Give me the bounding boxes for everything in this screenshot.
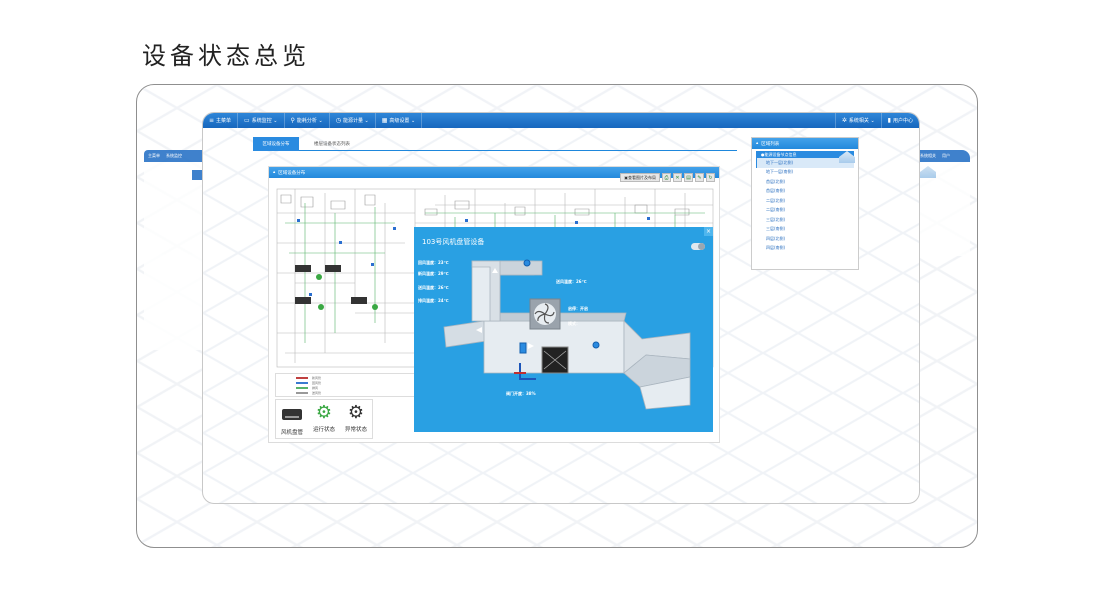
top-navigation: ≡ 主菜单 ▭ 系统监控 ⌄ ⚲ 能耗分析 ⌄ ◷ 能源计量 ⌄ ▦ 高级设置 ⌄ ✲ 系统… [203,113,919,128]
legend-entry: 排风 [312,386,319,390]
gear-icon: ✲ [841,117,847,124]
mode-label: 模式： [568,321,580,326]
area-item[interactable]: 首层(北侧) [752,177,858,187]
edit-icon[interactable]: ✎ [695,173,704,182]
tree-root-label: 能源设备节点信息 [764,151,797,157]
fault-gear-icon: ⚙ [347,402,365,423]
supply-temp-label: 送风温度：26℃ [556,279,587,284]
side-left-nav: 主菜单 系统监控 [144,150,206,162]
side-left-item: 系统监控 [166,153,182,158]
nav-item-system-related[interactable]: ✲ 系统相关 ⌄ [834,113,882,128]
legend-swatch [296,377,308,379]
side-screen-right: 系统相关 用户 [916,150,970,256]
tab-floor-status-list[interactable]: 楼层设备状态列表 [305,137,359,151]
map-toolbar: ▣ 查看图片及布局 ⎙ ✕ ▤ ✎ ↻ [620,173,715,182]
nav-label: 系统相关 ⌄ [848,118,875,124]
fan-coil-marker [325,265,341,272]
running-marker [316,274,322,280]
area-item[interactable]: 首层(南侧) [752,187,858,197]
nav-item-advanced-settings[interactable]: ▦ 高级设置 ⌄ [376,113,423,128]
running-marker [372,304,378,310]
page-root: 设备状态总览 主菜单 系统监控 系统相关 用户 ≡ 主菜单 ▭ 系统监控 ⌄ ⚲ 能耗… [0,0,1108,600]
nav-label: 能耗分析 ⌄ [296,118,323,124]
area-list-header: ▴ 区域列表 [752,138,858,149]
nav-item-user-center[interactable]: ▮ 用户中心 [882,113,919,128]
area-list-panel: ▴ 区域列表 ● 能源设备节点信息 地下一层(北侧) 地下一层(南侧) 首层(北… [751,137,859,270]
panel-arrow-icon: ▴ [273,170,276,175]
settings-icon: ▦ [381,117,388,124]
legend-running-label: 运行状态 [312,427,335,433]
menu-icon: ≡ [209,117,215,124]
nav-item-energy-metering[interactable]: ◷ 能源计量 ⌄ [330,113,376,128]
area-item[interactable]: 二层(北侧) [752,196,858,206]
running-gear-icon: ⚙ [315,402,333,423]
legend-fan-coil[interactable]: 风机盘管 [281,403,303,436]
legend-swatch [296,382,308,384]
legend-running[interactable]: ⚙ 运行状态 [312,402,335,434]
print-icon[interactable]: ⎙ [662,173,671,182]
view-layout-button[interactable]: ▣ 查看图片及布局 [620,173,660,182]
area-item[interactable]: 四层(北侧) [752,234,858,244]
area-item[interactable]: 三层(南侧) [752,225,858,235]
duct-diagram [443,259,691,410]
device-detail-popup: 103号风机盘管设备 × 回风温度：23℃ 新风温度：29℃ 送风温度：26℃ … [414,227,713,432]
page-title: 设备状态总览 [142,42,310,70]
nav-label: 高级设置 ⌄ [389,118,416,124]
tab-bar: 区域设备分布 楼层设备状态列表 [253,137,737,151]
expand-icon[interactable]: ✕ [673,173,682,182]
nav-item-energy-analysis[interactable]: ⚲ 能耗分析 ⌄ [285,113,330,128]
home-icon [920,166,936,178]
user-icon: ▮ [887,117,891,124]
area-item[interactable]: 二层(南侧) [752,206,858,216]
legend-entry: 回风管 [312,381,322,385]
side-screen-left: 主菜单 系统监控 [144,150,206,350]
search-icon: ⚲ [290,117,295,124]
side-right-item: 用户 [942,153,950,158]
legend-fault-label: 异常状态 [344,427,367,433]
area-list-title: 区域列表 [761,141,780,147]
area-item[interactable]: 地下一层(南侧) [752,168,858,178]
running-marker [318,304,324,310]
tab-area-distribution[interactable]: 区域设备分布 [253,137,299,151]
status-label: 启停：开启 [568,306,588,311]
legend-swatch [296,392,308,394]
pipe-legend: 新风管 回风管 排风 送风管 [275,373,419,397]
device-legend: 风机盘管 ⚙ 运行状态 ⚙ 异常状态 [275,399,373,439]
view-layout-label: 查看图片及布局 [628,174,656,180]
nav-label: 能源计量 ⌄ [342,118,369,124]
area-item[interactable]: 三层(北侧) [752,215,858,225]
nav-item-system-monitor[interactable]: ▭ 系统监控 ⌄ [238,113,285,128]
refresh-icon[interactable]: ↻ [706,173,715,182]
fan-coil-marker [295,297,311,304]
area-item[interactable]: 四层(南侧) [752,244,858,254]
valve-opening-label: 阀门开度：38% [506,391,536,396]
legend-entry: 新风管 [312,376,322,380]
panel-arrow-icon: ▴ [756,141,759,146]
clock-icon: ◷ [335,117,341,124]
legend-fan-coil-label: 风机盘管 [280,430,303,436]
side-left-item: 主菜单 [148,153,160,158]
nav-label: 用户中心 [892,118,913,124]
monitor-icon: ▭ [244,117,250,124]
save-icon[interactable]: ▤ [684,173,693,182]
side-right-nav: 系统相关 用户 [916,150,970,162]
nav-label: 系统监控 ⌄ [251,118,278,124]
nav-label: 主菜单 [216,118,232,124]
map-panel-title: 区域设备分布 [278,170,306,176]
legend-entry: 送风管 [312,391,322,395]
legend-fault[interactable]: ⚙ 异常状态 [344,402,367,434]
side-right-item: 系统相关 [920,153,936,158]
fan-coil-icon [281,409,302,420]
fan-coil-marker [351,297,367,304]
fan-coil-marker [295,265,311,272]
nav-item-main-menu[interactable]: ≡ 主菜单 [203,113,239,128]
legend-swatch [296,387,308,389]
main-screen: ≡ 主菜单 ▭ 系统监控 ⌄ ⚲ 能耗分析 ⌄ ◷ 能源计量 ⌄ ▦ 高级设置 ⌄ ✲ 系统… [202,112,920,504]
